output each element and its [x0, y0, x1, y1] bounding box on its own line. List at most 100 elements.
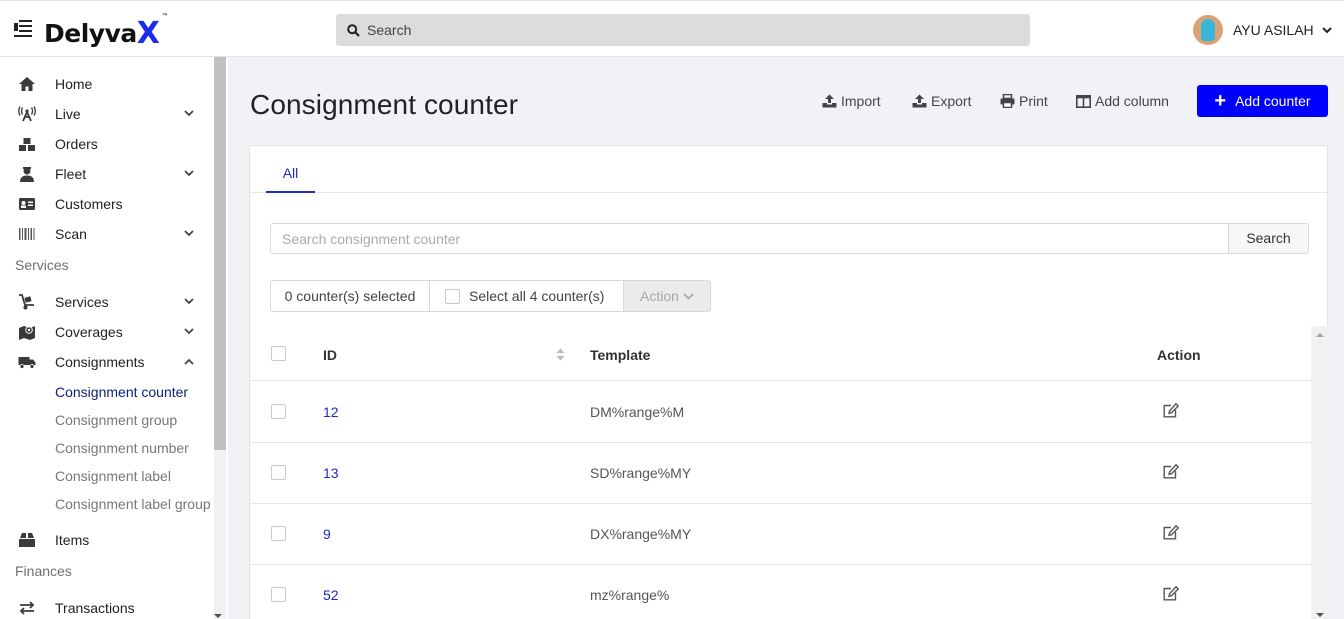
page-title: Consignment counter — [250, 89, 519, 120]
search-icon — [347, 24, 360, 37]
edit-icon[interactable] — [1163, 403, 1179, 418]
chevron-down-icon — [184, 298, 194, 305]
chevron-down-icon — [184, 230, 194, 237]
section-label-finances: Finances — [15, 563, 72, 579]
global-search-input[interactable] — [367, 14, 1007, 46]
global-search[interactable] — [336, 14, 1030, 46]
exchange-icon — [19, 601, 35, 615]
barcode-icon — [19, 228, 35, 240]
printer-icon — [1000, 94, 1015, 108]
sidebar-item-live[interactable]: Live — [0, 99, 212, 129]
chevron-down-icon — [184, 170, 194, 177]
table-row: 9 DX%range%MY — [250, 504, 1312, 565]
sidebar-item-home[interactable]: Home — [0, 69, 212, 99]
table-row: 13 SD%range%MY — [250, 443, 1312, 504]
menu-collapse-icon[interactable] — [14, 20, 32, 37]
sidebar-item-items[interactable]: Items — [0, 525, 212, 555]
user-name: AYU ASILAH — [1233, 22, 1314, 38]
row-id-link[interactable]: 13 — [323, 465, 339, 481]
chevron-down-icon — [184, 110, 194, 117]
upload-icon — [912, 94, 927, 108]
sidebar-item-coverages[interactable]: Coverages — [0, 317, 212, 347]
edit-icon[interactable] — [1163, 464, 1179, 479]
import-button[interactable]: Import — [822, 92, 881, 110]
section-label-services: Services — [15, 257, 69, 273]
top-bar: DelyvaX™ AYU ASILAH — [0, 0, 1344, 57]
upload-icon — [822, 94, 837, 108]
sidebar-subitem-consignment-label-group[interactable]: Consignment label group — [55, 496, 211, 512]
export-button[interactable]: Export — [912, 92, 971, 110]
id-card-icon — [19, 198, 35, 210]
scroll-up-arrow-icon[interactable] — [1316, 333, 1324, 337]
scroll-down-arrow-icon[interactable] — [1316, 613, 1324, 617]
sidebar-item-transactions[interactable]: Transactions — [0, 593, 212, 619]
sidebar-item-customers[interactable]: Customers — [0, 189, 212, 219]
sidebar-scrollbar[interactable] — [214, 57, 226, 619]
row-checkbox[interactable] — [271, 587, 286, 602]
map-marker-icon — [19, 326, 35, 340]
table-scrollbar[interactable] — [1311, 326, 1328, 619]
counter-card: All Search 0 counter(s) selected Select … — [249, 145, 1328, 619]
row-template: DX%range%MY — [590, 526, 692, 542]
selection-bar: 0 counter(s) selected Select all 4 count… — [270, 280, 711, 312]
truck-icon — [18, 357, 36, 369]
add-counter-button[interactable]: + Add counter — [1197, 85, 1328, 117]
table-row: 52 mz%range% — [250, 565, 1312, 619]
sidebar-item-consignments[interactable]: Consignments — [0, 347, 212, 377]
column-header-template: Template — [590, 347, 651, 363]
plus-icon: + — [1214, 90, 1227, 112]
chevron-down-icon — [683, 292, 694, 300]
selected-count: 0 counter(s) selected — [270, 280, 430, 312]
avatar — [1193, 15, 1223, 45]
delyvax-logo[interactable]: DelyvaX ™ — [44, 13, 168, 51]
column-header-action: Action — [1157, 347, 1201, 363]
box-icon — [19, 533, 35, 547]
print-button[interactable]: Print — [1000, 92, 1048, 110]
counter-search: Search — [270, 223, 1309, 254]
row-template: DM%range%M — [590, 404, 685, 420]
sidebar-item-services[interactable]: Services — [0, 287, 212, 317]
row-id-link[interactable]: 12 — [323, 404, 339, 420]
select-all-toggle[interactable]: Select all 4 counter(s) — [430, 280, 624, 312]
select-all-checkbox[interactable] — [445, 288, 460, 304]
counter-search-input[interactable] — [282, 224, 1182, 253]
user-menu[interactable]: AYU ASILAH — [1193, 14, 1332, 46]
sidebar-subitem-consignment-group[interactable]: Consignment group — [55, 412, 177, 428]
column-header-id[interactable]: ID — [323, 347, 337, 363]
row-checkbox[interactable] — [271, 526, 286, 541]
sidebar-subitem-consignment-number[interactable]: Consignment number — [55, 440, 189, 456]
edit-icon[interactable] — [1163, 586, 1179, 601]
counter-search-button[interactable]: Search — [1228, 224, 1308, 253]
sort-icon[interactable] — [556, 348, 565, 361]
table-row: 12 DM%range%M — [250, 382, 1312, 443]
broadcast-icon — [18, 106, 36, 122]
row-id-link[interactable]: 9 — [323, 526, 331, 542]
chevron-up-icon — [184, 358, 194, 365]
table-header: ID Template Action — [250, 327, 1312, 381]
chevron-down-icon — [184, 328, 194, 335]
driver-icon — [20, 167, 34, 182]
sidebar-item-orders[interactable]: Orders — [0, 129, 212, 159]
row-template: SD%range%MY — [590, 465, 692, 481]
tab-all[interactable]: All — [266, 146, 315, 193]
edit-icon[interactable] — [1163, 525, 1179, 540]
row-checkbox[interactable] — [271, 404, 286, 419]
tab-bar: All — [250, 146, 1327, 193]
row-checkbox[interactable] — [271, 465, 286, 480]
sidebar-item-scan[interactable]: Scan — [0, 219, 212, 249]
chevron-down-icon — [1321, 26, 1332, 33]
row-id-link[interactable]: 52 — [323, 587, 339, 603]
boxes-icon — [19, 138, 35, 151]
sidebar-subitem-consignment-counter[interactable]: Consignment counter — [55, 384, 188, 400]
sidebar-item-fleet[interactable]: Fleet — [0, 159, 212, 189]
header-checkbox[interactable] — [271, 346, 286, 361]
scroll-down-arrow-icon[interactable] — [214, 614, 222, 618]
row-template: mz%range% — [590, 587, 670, 603]
add-column-button[interactable]: Add column — [1076, 92, 1169, 110]
sidebar-scrollbar-thumb[interactable] — [214, 57, 226, 450]
sidebar: Home Live Orders Fleet Customers Scan Se… — [0, 57, 228, 619]
columns-icon — [1076, 94, 1091, 108]
home-icon — [19, 77, 35, 91]
bulk-action-dropdown[interactable]: Action — [624, 280, 711, 312]
sidebar-subitem-consignment-label[interactable]: Consignment label — [55, 468, 171, 484]
